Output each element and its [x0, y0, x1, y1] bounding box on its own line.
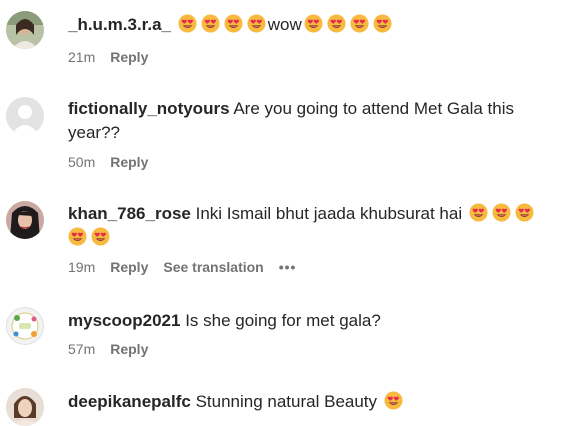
comment-username[interactable]: fictionally_notyours	[68, 99, 230, 118]
emoji-group-1	[176, 13, 268, 37]
comment-username[interactable]: _h.u.m.3.r.a_	[68, 15, 171, 34]
emoji-group-line2	[66, 226, 112, 250]
comment-text: fictionally_notyours Are you going to at…	[68, 97, 552, 145]
heart-eyes-emoji	[302, 13, 325, 37]
comment-body-continued: year??	[68, 123, 120, 142]
comment-timestamp: 19m	[68, 259, 96, 275]
reply-button[interactable]: Reply	[110, 49, 148, 65]
heart-eyes-emoji	[199, 13, 222, 37]
comment-timestamp: 21m	[68, 49, 96, 65]
comment-body: Stunning natural Beauty	[195, 392, 378, 411]
comment-timestamp: 57m	[68, 341, 96, 357]
heart-eyes-emoji	[490, 202, 513, 226]
avatar[interactable]	[6, 201, 44, 239]
comment-text: khan_786_rose Inki Ismail bhut jaada khu…	[68, 202, 552, 250]
comment-text: _h.u.m.3.r.a_ wow	[68, 13, 552, 37]
heart-eyes-emoji	[245, 13, 268, 37]
comment-meta: 21m Reply	[68, 48, 163, 66]
heart-eyes-emoji	[176, 13, 199, 37]
heart-eyes-emoji	[348, 13, 371, 37]
comment-body: wow	[267, 15, 302, 34]
comment-username[interactable]: deepikanepalfc	[68, 392, 191, 411]
comment-text: deepikanepalfc Stunning natural Beauty	[68, 390, 552, 414]
heart-eyes-emoji	[467, 202, 490, 226]
comment-meta: 57m Reply	[68, 340, 163, 358]
reply-button[interactable]: Reply	[110, 154, 148, 170]
comment-meta: 50m Reply	[68, 153, 163, 171]
reply-button[interactable]: Reply	[110, 259, 148, 275]
comment-text: myscoop2021 Is she going for met gala?	[68, 309, 552, 333]
default-avatar-icon[interactable]	[6, 97, 44, 135]
comment-username[interactable]: khan_786_rose	[68, 204, 191, 223]
emoji-group-2	[302, 13, 394, 37]
heart-eyes-emoji	[66, 226, 89, 250]
avatar[interactable]	[6, 307, 44, 345]
heart-eyes-emoji	[325, 13, 348, 37]
comment-timestamp: 50m	[68, 154, 96, 170]
emoji-group	[382, 390, 405, 414]
comment-body: Inki Ismail bhut jaada khubsurat hai	[195, 204, 463, 223]
heart-eyes-emoji	[513, 202, 536, 226]
see-translation-button[interactable]: See translation	[163, 259, 263, 275]
reply-button[interactable]: Reply	[110, 341, 148, 357]
comment-username[interactable]: myscoop2021	[68, 311, 180, 330]
heart-eyes-emoji	[89, 226, 112, 250]
comment-body: Are you going to attend Met Gala this	[233, 99, 514, 118]
avatar[interactable]	[6, 388, 44, 426]
comment-body: Is she going for met gala?	[185, 311, 381, 330]
heart-eyes-emoji	[371, 13, 394, 37]
more-options-icon[interactable]: •••	[279, 259, 297, 275]
avatar[interactable]	[6, 11, 44, 49]
emoji-group-line1	[467, 202, 536, 226]
heart-eyes-emoji	[382, 390, 405, 414]
comment-meta: 19m Reply See translation •••	[68, 258, 311, 276]
heart-eyes-emoji	[222, 13, 245, 37]
